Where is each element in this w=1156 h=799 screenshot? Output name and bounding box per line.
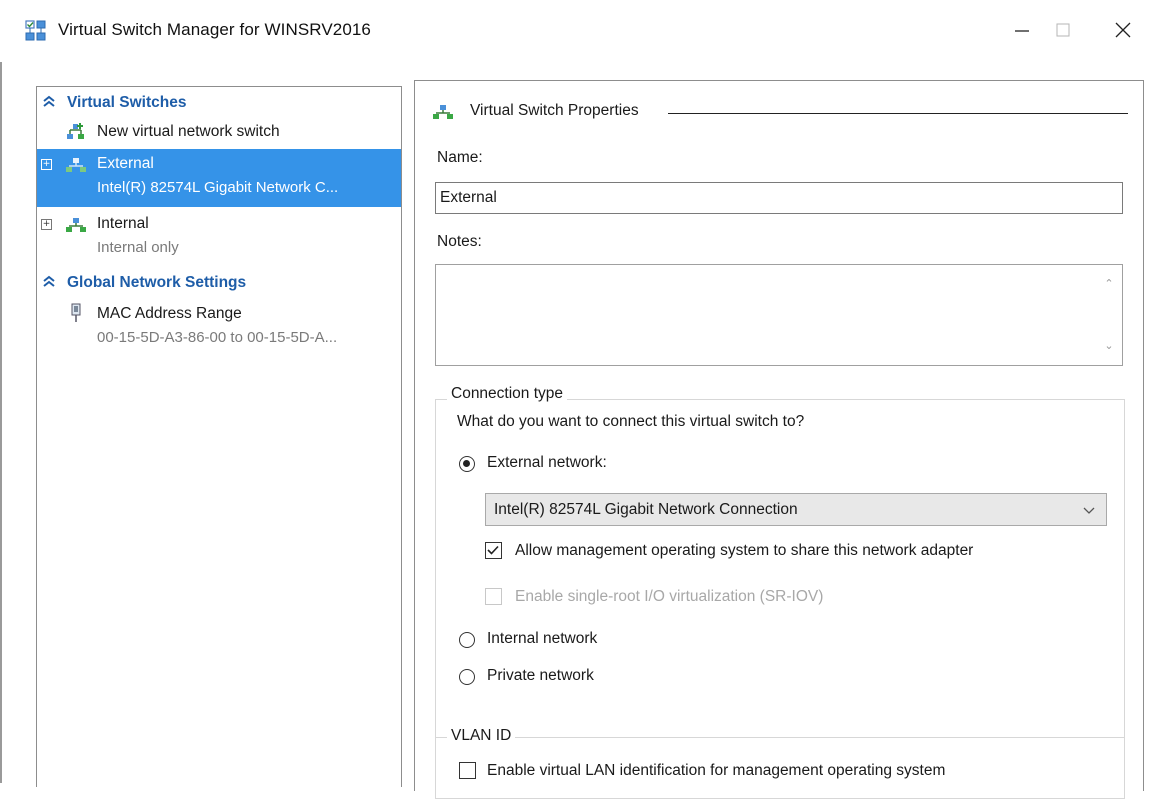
section-divider bbox=[668, 113, 1128, 114]
internal-network-radio[interactable] bbox=[459, 632, 475, 648]
window-title: Virtual Switch Manager for WINSRV2016 bbox=[58, 20, 371, 39]
checkmark-icon bbox=[487, 545, 499, 555]
switch-name-internal: Internal bbox=[97, 215, 149, 232]
window-left-edge bbox=[0, 0, 2, 783]
minimize-icon bbox=[1015, 30, 1029, 32]
network-adapter-value: Intel(R) 82574L Gigabit Network Connecti… bbox=[494, 501, 798, 518]
scroll-down-icon[interactable]: ⌄ bbox=[1102, 339, 1116, 353]
switch-item-internal[interactable]: + Internal Internal only bbox=[37, 209, 401, 263]
notes-label: Notes: bbox=[437, 233, 482, 250]
connection-type-group bbox=[435, 399, 1125, 739]
close-button[interactable] bbox=[1100, 8, 1146, 52]
name-label: Name: bbox=[437, 149, 483, 166]
notes-textarea[interactable]: ⌃ ⌄ bbox=[435, 264, 1123, 366]
maximize-icon bbox=[1056, 23, 1070, 37]
global-network-settings-title: Global Network Settings bbox=[67, 274, 247, 291]
minimize-button[interactable] bbox=[999, 8, 1045, 52]
switch-item-external[interactable]: + External Intel(R) 82574L Gigabit Netwo… bbox=[37, 149, 401, 207]
private-network-radio[interactable] bbox=[459, 669, 475, 685]
enable-vlan-label[interactable]: Enable virtual LAN identification for ma… bbox=[487, 762, 945, 780]
virtual-switches-header[interactable]: Virtual Switches bbox=[37, 91, 401, 115]
new-virtual-switch-item[interactable]: New virtual network switch bbox=[37, 119, 401, 147]
virtual-switches-title: Virtual Switches bbox=[67, 94, 187, 111]
external-network-radio[interactable] bbox=[459, 456, 475, 472]
switch-name-external: External bbox=[97, 155, 154, 172]
switch-detail-internal: Internal only bbox=[97, 239, 179, 256]
virtual-switch-icon bbox=[66, 218, 86, 232]
name-input[interactable]: External bbox=[435, 182, 1123, 214]
switch-tree-pane[interactable]: Virtual Switches New virtual network swi… bbox=[36, 86, 402, 787]
collapse-chevron-icon bbox=[43, 275, 55, 287]
private-network-label[interactable]: Private network bbox=[487, 667, 594, 685]
connection-question: What do you want to connect this virtual… bbox=[457, 413, 805, 430]
virtual-switch-icon bbox=[66, 158, 86, 172]
mac-range-detail: 00-15-5D-A3-86-00 to 00-15-5D-A... bbox=[97, 329, 338, 346]
expand-plus-icon[interactable]: + bbox=[41, 219, 52, 230]
allow-management-os-checkbox[interactable] bbox=[485, 542, 502, 559]
virtual-switch-manager-icon bbox=[25, 20, 46, 41]
allow-management-os-label[interactable]: Allow management operating system to sha… bbox=[515, 542, 973, 560]
connection-type-title: Connection type bbox=[447, 385, 568, 403]
scroll-up-icon[interactable]: ⌃ bbox=[1102, 277, 1116, 291]
mac-range-label: MAC Address Range bbox=[97, 305, 242, 322]
new-switch-icon bbox=[67, 123, 84, 139]
internal-network-label[interactable]: Internal network bbox=[487, 630, 597, 648]
maximize-button[interactable] bbox=[1040, 8, 1086, 52]
sriov-checkbox[interactable] bbox=[485, 588, 502, 605]
enable-vlan-checkbox[interactable] bbox=[459, 762, 476, 779]
close-icon bbox=[1115, 22, 1131, 38]
global-network-settings-header[interactable]: Global Network Settings bbox=[37, 271, 401, 295]
vlan-id-title: VLAN ID bbox=[447, 727, 516, 745]
network-adapter-select[interactable]: Intel(R) 82574L Gigabit Network Connecti… bbox=[485, 493, 1107, 526]
sriov-label: Enable single-root I/O virtualization (S… bbox=[515, 588, 824, 605]
virtual-switch-icon bbox=[433, 105, 453, 119]
switch-detail-external: Intel(R) 82574L Gigabit Network C... bbox=[97, 179, 339, 196]
external-network-label[interactable]: External network: bbox=[487, 454, 607, 472]
new-switch-label: New virtual network switch bbox=[97, 123, 280, 140]
title-bar: Virtual Switch Manager for WINSRV2016 bbox=[0, 0, 1156, 62]
mac-address-range-item[interactable]: MAC Address Range 00-15-5D-A3-86-00 to 0… bbox=[37, 299, 401, 355]
properties-section-title: Virtual Switch Properties bbox=[470, 102, 649, 120]
network-adapter-icon bbox=[71, 303, 81, 322]
switch-properties-pane: Virtual Switch Properties Name: External… bbox=[414, 80, 1144, 799]
collapse-chevron-icon bbox=[43, 95, 55, 107]
expand-plus-icon[interactable]: + bbox=[41, 159, 52, 170]
chevron-down-icon bbox=[1083, 507, 1095, 514]
